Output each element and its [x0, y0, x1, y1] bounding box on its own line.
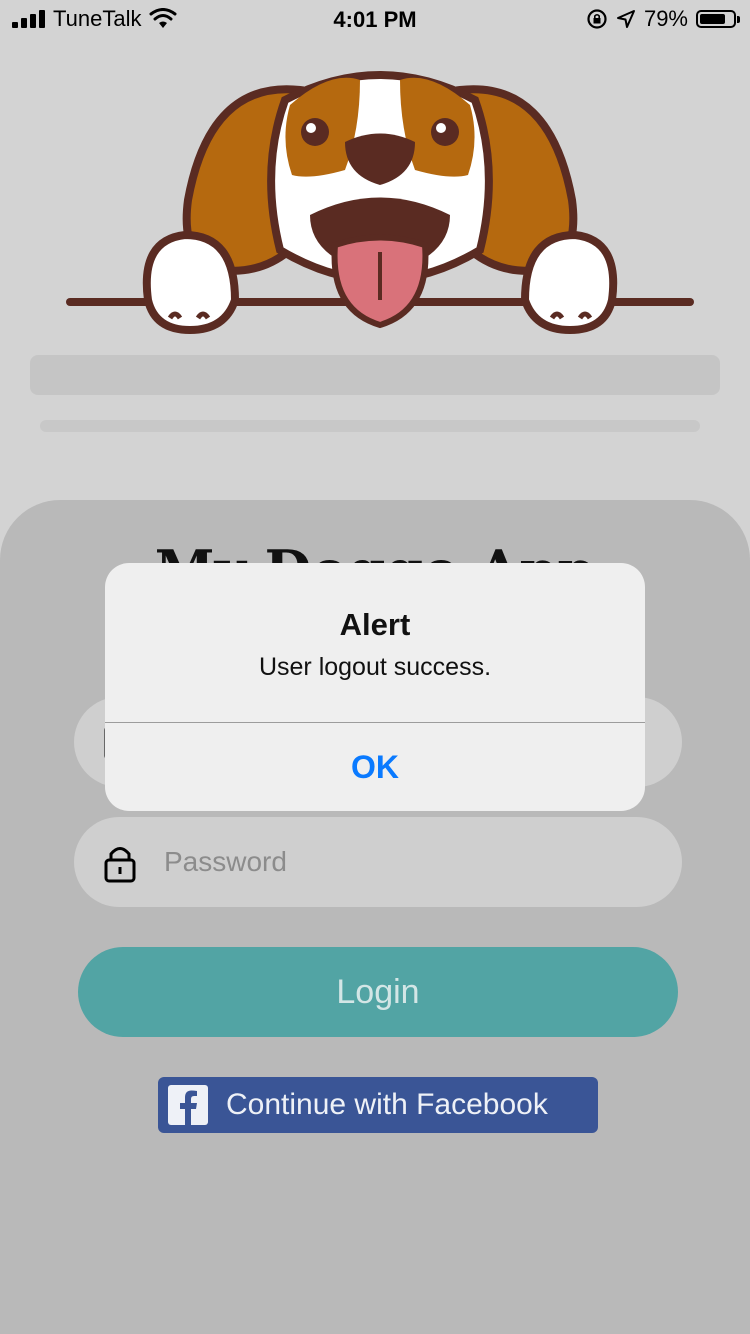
password-field[interactable]: Password [74, 817, 682, 907]
facebook-login-button[interactable]: Continue with Facebook [158, 1077, 598, 1133]
alert-message: User logout success. [258, 653, 492, 681]
lock-icon [104, 847, 136, 883]
location-icon [616, 10, 635, 28]
facebook-icon [168, 1085, 208, 1125]
facebook-label: Continue with Facebook [226, 1088, 548, 1121]
login-button[interactable]: Login [78, 947, 678, 1037]
password-placeholder: Password [164, 846, 287, 877]
status-bar: TuneTalk 4:01 PM 79% [0, 0, 750, 40]
status-right: 79% [586, 6, 740, 32]
battery-percent: 79% [643, 6, 688, 31]
alert-title: Alert [339, 607, 411, 642]
background-ghost-text [30, 355, 720, 432]
alert-dialog: Alert User logout success. OK [105, 563, 645, 811]
ok-button[interactable]: OK [105, 723, 645, 811]
orientation-lock-icon [587, 9, 607, 29]
beagle-dog-logo [66, 71, 694, 335]
battery-icon [696, 10, 740, 28]
battery-fill [700, 14, 725, 24]
